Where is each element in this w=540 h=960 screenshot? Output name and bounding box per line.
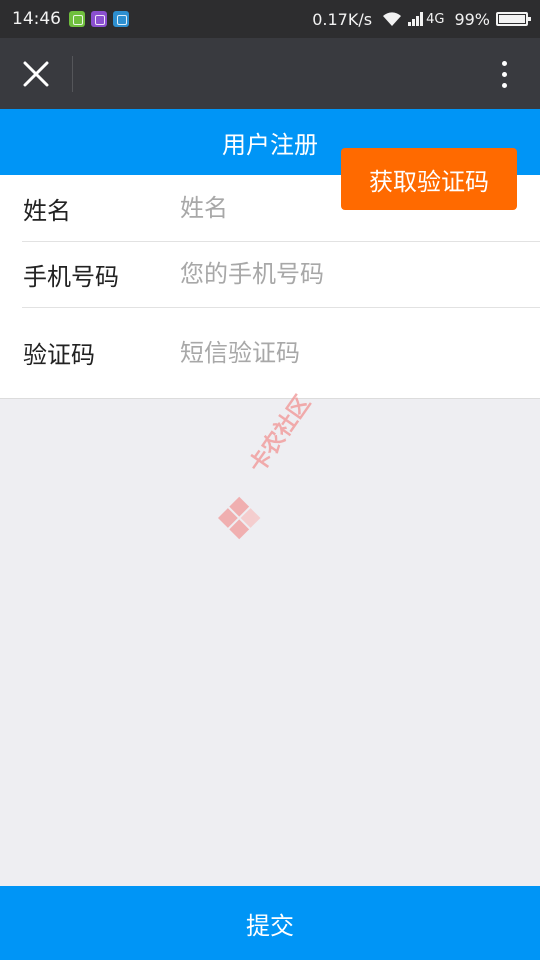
code-input[interactable]: [180, 307, 330, 398]
signal-icon: [408, 12, 424, 26]
watermark-logo-icon: [218, 496, 261, 540]
network-speed: 0.17K/s: [312, 9, 373, 29]
get-code-button[interactable]: 获取验证码: [341, 148, 517, 210]
submit-button[interactable]: 提交: [0, 886, 540, 960]
status-time: 14:46: [12, 9, 61, 29]
watermark-text: 卡农社区: [244, 391, 316, 478]
battery-level: 99%: [454, 9, 490, 29]
code-label: 验证码: [23, 341, 95, 369]
phone-input[interactable]: [180, 241, 510, 307]
wifi-icon: [383, 12, 402, 26]
green-app-icon: [69, 11, 85, 27]
title-bar: [0, 38, 540, 109]
blue-app-icon: [113, 11, 129, 27]
purple-app-icon: [91, 11, 107, 27]
network-type: 4G: [426, 11, 445, 27]
title-divider: [72, 56, 73, 92]
code-row: 验证码: [0, 307, 540, 399]
battery-icon: [496, 12, 531, 26]
more-menu-button[interactable]: [486, 52, 522, 96]
watermark: 卡农社区: [210, 391, 350, 560]
status-bar: 14:46 0.17K/s 4G 99%: [0, 0, 540, 38]
name-label: 姓名: [23, 196, 71, 225]
phone-label: 手机号码: [23, 262, 119, 291]
close-icon: [23, 61, 49, 87]
close-button[interactable]: [14, 52, 58, 96]
phone-row: 手机号码: [0, 241, 540, 307]
more-vertical-icon: [501, 58, 507, 91]
